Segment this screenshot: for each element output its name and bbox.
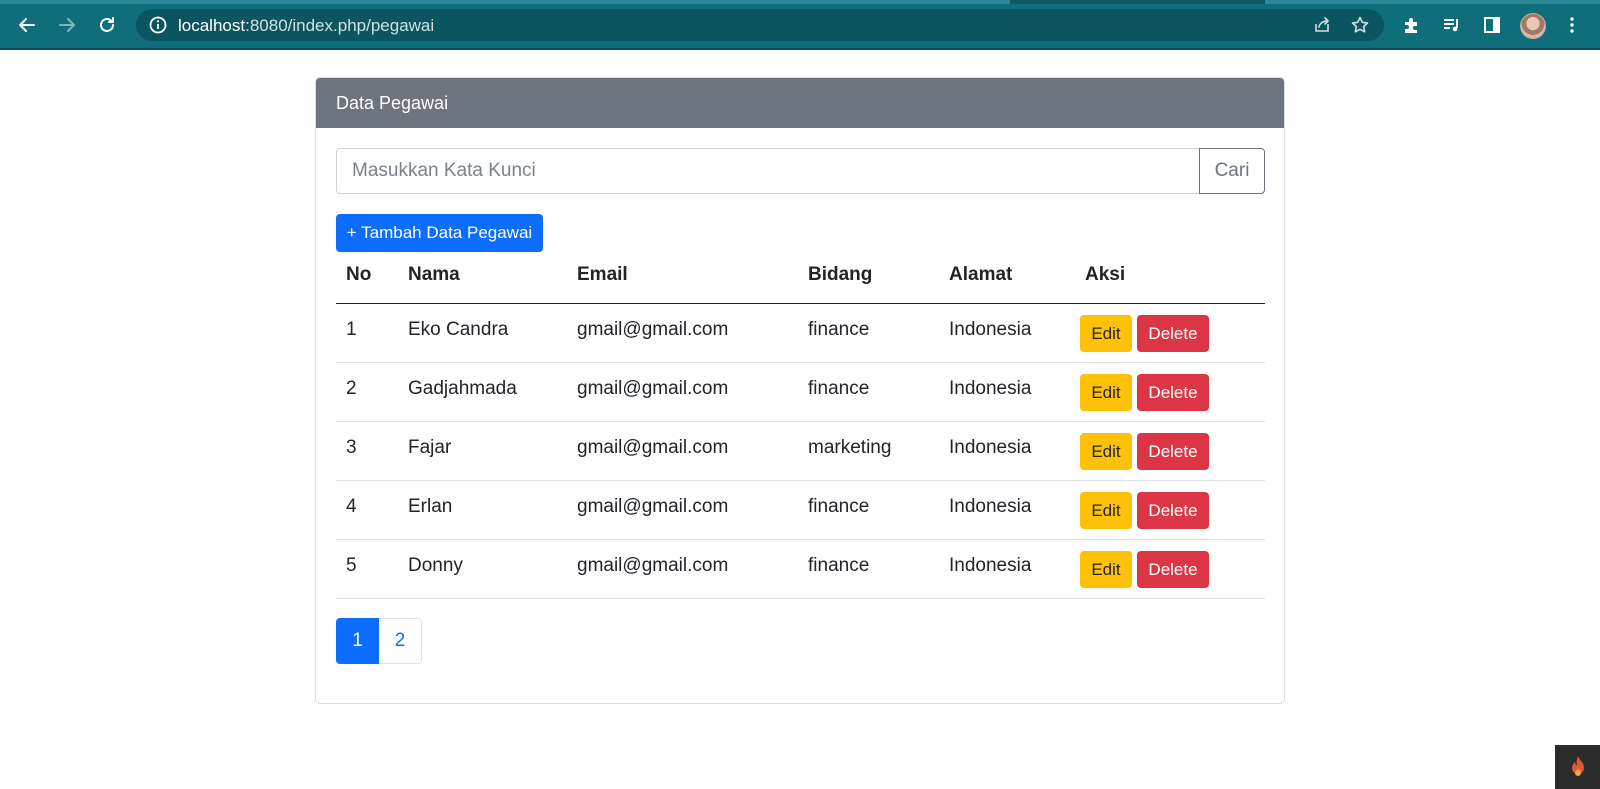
arrow-right-icon	[59, 18, 75, 32]
cell-bidang: marketing	[808, 437, 892, 458]
cell-alamat: Indonesia	[949, 319, 1032, 340]
cell-bidang: finance	[808, 378, 870, 399]
table-row: 1 Eko Candra gmail@gmail.com finance Ind…	[336, 304, 1265, 363]
cell-alamat: Indonesia	[949, 378, 1032, 399]
cell-email: gmail@gmail.com	[577, 496, 729, 517]
flame-icon	[1571, 756, 1584, 776]
cell-no: 4	[346, 496, 357, 517]
edit-button[interactable]: Edit	[1080, 433, 1132, 470]
share-icon[interactable]	[1312, 15, 1332, 35]
delete-button[interactable]: Delete	[1137, 315, 1209, 352]
back-button[interactable]	[13, 11, 41, 39]
cell-alamat: Indonesia	[949, 496, 1032, 517]
pagination: 1 2	[336, 618, 422, 664]
card-header: Data Pegawai	[316, 78, 1284, 128]
cell-bidang: finance	[808, 496, 870, 517]
delete-button[interactable]: Delete	[1137, 492, 1209, 529]
url-host: localhost	[178, 16, 246, 35]
column-header-no: No	[346, 264, 372, 285]
star-icon[interactable]	[1350, 15, 1370, 35]
kebab-menu-icon	[1570, 17, 1574, 33]
search-input[interactable]	[336, 148, 1200, 194]
delete-button[interactable]: Delete	[1137, 551, 1209, 588]
extensions-button[interactable]	[1398, 11, 1426, 39]
toolbar-divider	[0, 48, 1600, 50]
address-url[interactable]: localhost:8080/index.php/pegawai	[178, 16, 434, 36]
forward-button[interactable]	[53, 11, 81, 39]
tab-strip	[0, 0, 1600, 4]
edit-button[interactable]: Edit	[1080, 551, 1132, 588]
cell-alamat: Indonesia	[949, 555, 1032, 576]
menu-button[interactable]	[1558, 11, 1586, 39]
column-header-aksi: Aksi	[1085, 264, 1126, 285]
url-path: :8080/index.php/pegawai	[245, 16, 435, 35]
page-link-1[interactable]: 1	[336, 618, 379, 664]
column-header-nama: Nama	[408, 264, 460, 285]
table-row: 5 Donny gmail@gmail.com finance Indonesi…	[336, 540, 1265, 599]
cell-bidang: finance	[808, 555, 870, 576]
search-button[interactable]: Cari	[1199, 148, 1265, 194]
cell-alamat: Indonesia	[949, 437, 1032, 458]
debug-toolbar-toggle[interactable]	[1555, 745, 1600, 789]
puzzle-icon	[1405, 18, 1417, 33]
table-row: 2 Gadjahmada gmail@gmail.com finance Ind…	[336, 363, 1265, 422]
cell-no: 5	[346, 555, 357, 576]
pegawai-card: Data Pegawai Cari + Tambah Data Pegawai …	[315, 77, 1285, 704]
cell-nama: Donny	[408, 555, 463, 576]
reload-icon	[100, 17, 114, 32]
edit-button[interactable]: Edit	[1080, 492, 1132, 529]
cell-nama: Erlan	[408, 496, 453, 517]
cell-nama: Fajar	[408, 437, 452, 458]
cell-email: gmail@gmail.com	[577, 378, 729, 399]
side-panel-button[interactable]	[1478, 11, 1506, 39]
table-row: 3 Fajar gmail@gmail.com marketing Indone…	[336, 422, 1265, 481]
page-link-2[interactable]: 2	[379, 618, 422, 664]
reload-button[interactable]	[93, 11, 121, 39]
delete-button[interactable]: Delete	[1137, 374, 1209, 411]
cell-email: gmail@gmail.com	[577, 437, 729, 458]
column-header-bidang: Bidang	[808, 264, 873, 285]
browser-toolbar: localhost:8080/index.php/pegawai	[0, 0, 1600, 50]
info-icon[interactable]	[148, 15, 168, 35]
cell-bidang: finance	[808, 319, 870, 340]
add-pegawai-button[interactable]: + Tambah Data Pegawai	[336, 214, 543, 252]
card-title: Data Pegawai	[336, 93, 449, 113]
cell-email: gmail@gmail.com	[577, 319, 729, 340]
address-bar[interactable]: localhost:8080/index.php/pegawai	[136, 9, 1384, 41]
media-button[interactable]	[1438, 11, 1466, 39]
table-row: 4 Erlan gmail@gmail.com finance Indonesi…	[336, 481, 1265, 540]
side-panel-icon	[1484, 17, 1500, 33]
playlist-icon	[1444, 19, 1458, 32]
arrow-left-icon	[19, 18, 35, 32]
column-header-alamat: Alamat	[949, 264, 1013, 285]
cell-nama: Gadjahmada	[408, 378, 517, 399]
cell-email: gmail@gmail.com	[577, 555, 729, 576]
cell-no: 1	[346, 319, 357, 340]
edit-button[interactable]: Edit	[1080, 315, 1132, 352]
delete-button[interactable]: Delete	[1137, 433, 1209, 470]
cell-nama: Eko Candra	[408, 319, 509, 340]
edit-button[interactable]: Edit	[1080, 374, 1132, 411]
cell-no: 3	[346, 437, 357, 458]
profile-avatar[interactable]	[1520, 13, 1546, 39]
column-header-email: Email	[577, 264, 628, 285]
cell-no: 2	[346, 378, 357, 399]
